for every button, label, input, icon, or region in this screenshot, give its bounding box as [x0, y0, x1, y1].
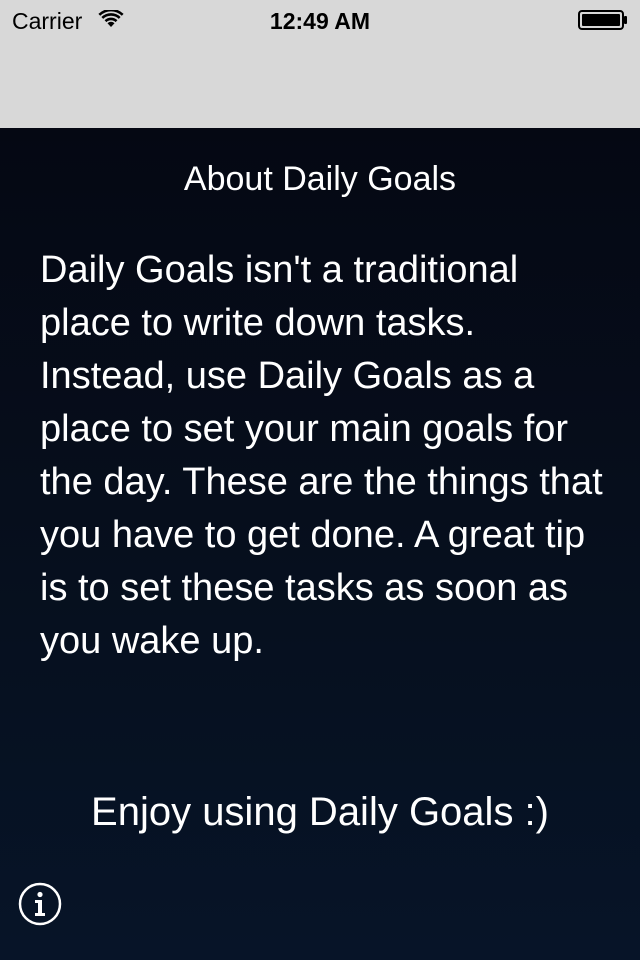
navigation-bar — [0, 40, 640, 128]
status-time: 12:49 AM — [269, 8, 371, 34]
info-icon[interactable] — [18, 882, 62, 926]
status-bar: Carrier 12:49 AM — [0, 0, 640, 40]
about-title: About Daily Goals — [183, 160, 457, 198]
about-description: Daily Goals isn't a traditional place to… — [40, 249, 603, 662]
battery-icon — [578, 10, 627, 30]
about-content: About Daily Goals Daily Goals isn't a tr… — [0, 128, 640, 960]
enjoy-message: Enjoy using Daily Goals :) — [91, 790, 549, 834]
screen: Carrier 12:49 AM About Daily Goals Daily… — [0, 0, 640, 960]
